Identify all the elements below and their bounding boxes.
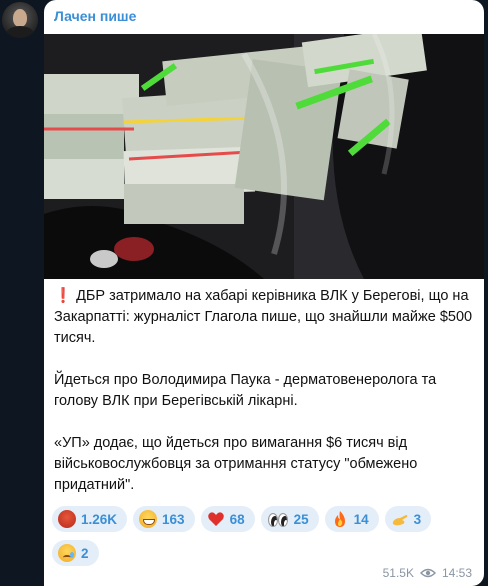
reaction-heart[interactable]: 68	[200, 506, 255, 532]
reaction-count: 1.26K	[81, 511, 118, 527]
reaction-cry[interactable]: 2	[52, 540, 99, 566]
red-exclamation-icon: ❗	[54, 288, 73, 304]
channel-name[interactable]: Лачен пише	[54, 8, 136, 24]
message-bubble: Лачен пише ❗ ДБР затримало на хабарі кер…	[44, 0, 484, 586]
reaction-grin[interactable]: 163	[133, 506, 195, 532]
pinching-hand-icon	[391, 510, 409, 528]
reaction-pinch[interactable]: 3	[384, 506, 432, 532]
paragraph-1-text: ДБР затримало на хабарі керівника ВЛК у …	[54, 288, 473, 346]
post-photo[interactable]	[44, 34, 484, 279]
reaction-count: 3	[413, 511, 422, 527]
reaction-count: 2	[81, 545, 89, 561]
view-count: 51.5K	[382, 566, 414, 580]
eyes-icon	[267, 510, 289, 528]
eye-icon	[419, 568, 436, 578]
money-bundles-image	[44, 34, 484, 279]
message-time: 14:53	[441, 566, 472, 580]
angry-face-icon	[58, 510, 76, 528]
message-meta: 51.5K 14:53	[383, 566, 472, 580]
reaction-count: 14	[353, 511, 369, 527]
crying-face-icon	[58, 544, 76, 562]
post-paragraph-1: ❗ ДБР затримало на хабарі керівника ВЛК у…	[54, 286, 474, 349]
fire-icon	[331, 510, 349, 528]
reaction-count: 163	[162, 511, 185, 527]
post-text: ❗ ДБР затримало на хабарі керівника ВЛК у…	[54, 286, 474, 517]
reaction-angry[interactable]: 1.26K	[52, 506, 128, 532]
grinning-face-icon	[139, 510, 158, 528]
reaction-count: 68	[229, 511, 245, 527]
reaction-eyes[interactable]: 25	[260, 506, 319, 532]
red-heart-icon	[207, 510, 225, 528]
avatar-face	[13, 9, 27, 27]
reaction-fire[interactable]: 14	[324, 506, 379, 532]
post-paragraph-3: «УП» додає, що йдеться про вимагання $6 …	[54, 435, 418, 493]
channel-avatar[interactable]	[2, 2, 38, 38]
reactions-bar: 1.26K 163 68 25 14 3 2	[52, 506, 476, 566]
post-paragraph-2: Йдеться про Володимира Паука - дерматове…	[54, 372, 437, 409]
reaction-count: 25	[293, 511, 309, 527]
avatar-shoulders	[6, 26, 34, 38]
